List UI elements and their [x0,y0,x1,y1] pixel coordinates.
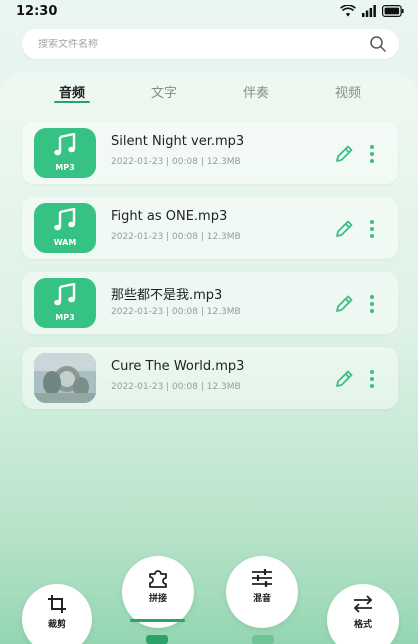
file-item[interactable]: Cure The World.mp3 2022-01-23 | 00:08 | … [22,347,398,409]
active-tab-indicator [54,101,90,103]
file-format-label: MP3 [55,163,75,172]
status-bar: 12:30 [0,0,418,22]
more-options-icon[interactable] [366,218,378,240]
search-input[interactable] [38,38,369,50]
file-item[interactable]: WAM Fight as ONE.mp3 2022-01-23 | 00:08 … [22,197,398,259]
edit-pencil-icon[interactable] [333,293,355,315]
nav-ghost-active [146,635,168,644]
edit-pencil-icon[interactable] [333,218,355,240]
file-name: Silent Night ver.mp3 [111,134,245,149]
wifi-icon [340,5,356,17]
file-format-label: WAM [53,238,77,247]
file-thumbnail-photo [34,353,96,403]
swap-arrows-icon [353,595,373,613]
battery-icon [382,5,404,17]
album-art-image [34,353,96,403]
file-meta: 2022-01-23 | 00:08 | 12.3MB [111,382,241,392]
edit-pencil-icon[interactable] [333,368,355,390]
file-meta: 2022-01-23 | 00:08 | 12.3MB [111,307,241,317]
signal-icon [362,5,376,17]
format-label: 格式 [353,620,372,630]
status-icons [340,5,404,17]
file-name: Fight as ONE.mp3 [111,209,228,224]
nav-ghost [252,635,274,644]
file-meta: 2022-01-23 | 00:08 | 12.3MB [111,232,241,242]
tab-video[interactable]: 视频 [318,82,378,101]
mix-label: 混音 [252,594,271,604]
crop-icon [48,595,66,613]
more-options-icon[interactable] [366,143,378,165]
sliders-icon [252,569,272,587]
splice-label: 拼接 [148,594,167,604]
file-thumbnail: WAM [34,203,96,253]
file-item[interactable]: MP3 Silent Night ver.mp3 2022-01-23 | 00… [22,122,398,184]
file-thumbnail: MP3 [34,128,96,178]
more-options-icon[interactable] [366,368,378,390]
file-item[interactable]: MP3 那些都不是我.mp3 2022-01-23 | 00:08 | 12.3… [22,272,398,334]
search-bar[interactable] [22,29,399,59]
splice-button[interactable]: 拼接 [122,556,194,628]
tab-audio[interactable]: 音频 [42,82,102,101]
search-icon[interactable] [369,35,387,53]
mix-button[interactable]: 混音 [226,556,298,628]
file-thumbnail: MP3 [34,278,96,328]
edit-pencil-icon[interactable] [333,143,355,165]
music-note-icon [54,208,76,231]
file-name: Cure The World.mp3 [111,359,245,374]
music-note-icon [54,133,76,156]
tab-text[interactable]: 文字 [134,82,194,101]
active-tool-indicator [130,619,185,622]
tab-accompaniment[interactable]: 伴奏 [226,82,286,101]
crop-label: 裁剪 [47,620,66,630]
file-meta: 2022-01-23 | 00:08 | 12.3MB [111,157,241,167]
puzzle-icon [149,570,167,588]
status-time: 12:30 [16,3,58,19]
more-options-icon[interactable] [366,293,378,315]
music-note-icon [54,283,76,306]
file-name: 那些都不是我.mp3 [111,288,223,303]
file-format-label: MP3 [55,313,75,322]
